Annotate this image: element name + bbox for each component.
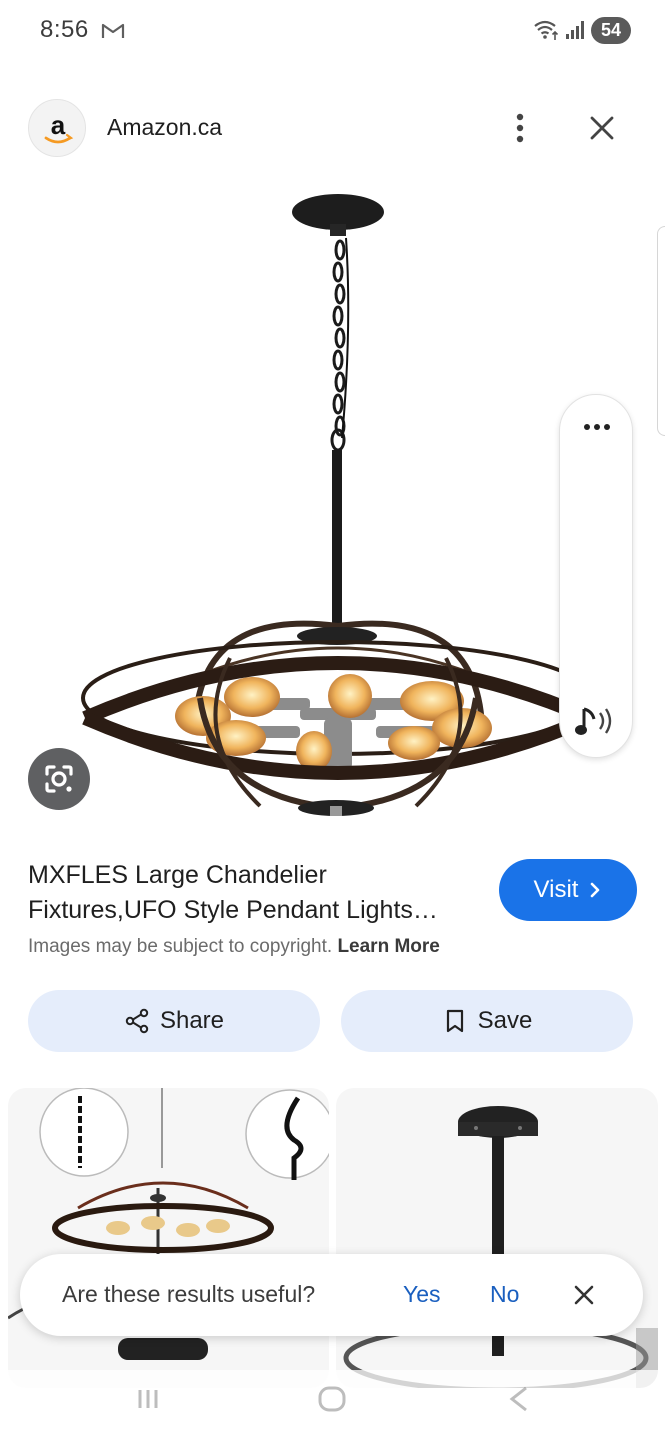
save-label: Save [477, 1007, 533, 1034]
visit-label: Visit [533, 876, 579, 903]
wifi-icon [534, 20, 559, 40]
image-detail-page: 8:56 54 a Amazon.ca MXFLES Large Chandel… [0, 0, 665, 1440]
related-result-image [8, 1088, 329, 1360]
lens-search-button[interactable] [28, 748, 90, 810]
save-button[interactable]: Save [341, 990, 633, 1052]
visit-button[interactable]: Visit [499, 859, 637, 921]
chevron-right-icon [591, 882, 600, 898]
share-icon [125, 1008, 149, 1034]
feedback-bar: Are these results useful? Yes No [20, 1254, 643, 1336]
system-nav-bar [0, 1370, 665, 1440]
more-vertical-icon[interactable] [505, 108, 535, 148]
learn-more-link[interactable]: Learn More [337, 936, 439, 957]
more-horizontal-icon[interactable] [580, 415, 614, 439]
battery-indicator: 54 [591, 17, 631, 44]
back-icon[interactable] [500, 1384, 540, 1414]
amazon-logo-mark: a [44, 110, 74, 144]
related-result-image [343, 1106, 658, 1388]
close-icon[interactable] [584, 110, 620, 146]
close-icon[interactable] [571, 1282, 597, 1308]
side-action-panel [559, 394, 633, 758]
lens-icon [45, 765, 73, 793]
gmail-icon [101, 23, 125, 38]
copyright-notice: Images may be subject to copyright. Lear… [28, 936, 440, 958]
status-time: 8:56 [40, 16, 89, 43]
related-result-card[interactable] [8, 1088, 329, 1388]
result-title[interactable]: MXFLES Large Chandelier Fixtures,UFO Sty… [28, 858, 478, 928]
edge-panel-handle[interactable] [657, 226, 665, 436]
feedback-question: Are these results useful? [62, 1281, 316, 1307]
home-icon[interactable] [312, 1384, 352, 1414]
svg-text:a: a [51, 110, 66, 140]
status-bar: 8:56 54 [0, 0, 665, 62]
recents-icon[interactable] [128, 1384, 168, 1414]
share-label: Share [159, 1007, 225, 1034]
amazon-logo[interactable]: a [28, 99, 86, 157]
related-result-card[interactable] [336, 1088, 658, 1388]
site-name[interactable]: Amazon.ca [107, 114, 222, 141]
audio-icon[interactable] [574, 701, 620, 741]
bookmark-icon [446, 1009, 463, 1033]
signal-icon [566, 21, 584, 39]
share-button[interactable]: Share [28, 990, 320, 1052]
feedback-no-button[interactable]: No [490, 1281, 519, 1308]
source-header: a Amazon.ca [0, 92, 665, 164]
copyright-text: Images may be subject to copyright. [28, 936, 333, 957]
feedback-yes-button[interactable]: Yes [403, 1281, 441, 1308]
